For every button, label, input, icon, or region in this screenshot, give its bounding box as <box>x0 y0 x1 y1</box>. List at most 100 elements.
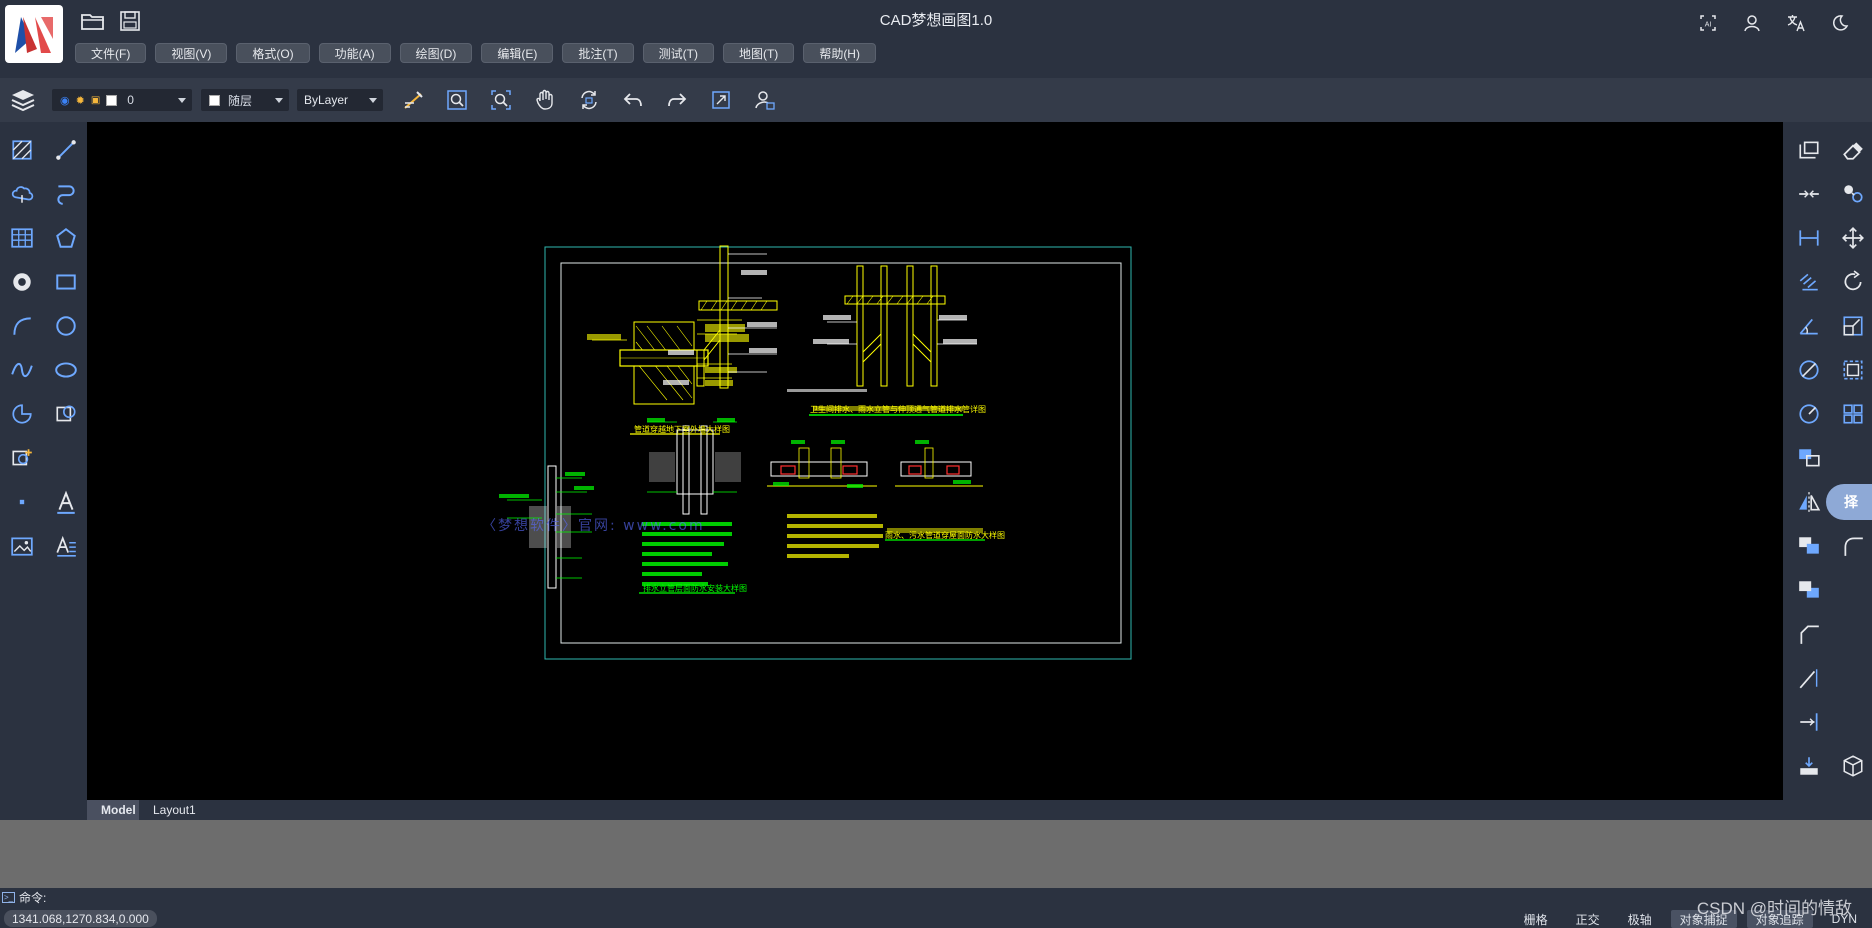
regen-icon[interactable] <box>574 86 604 114</box>
cad-app: CAD梦想画图1.0 文件(F) 视图(V) 格式(O) 功能(A) 绘图(D) 编辑(E… <box>0 0 1872 928</box>
menu-item-0[interactable]: 文件(F) <box>75 43 147 63</box>
circle-icon[interactable] <box>48 310 84 341</box>
revision-cloud-icon[interactable] <box>4 178 40 209</box>
status-toggle-0[interactable]: 栅格 <box>1515 910 1557 928</box>
menu-bar: 文件(F) 视图(V) 格式(O) 功能(A) 绘图(D) 编辑(E) 批注(T) 测试(T)… <box>75 43 876 63</box>
create-block-icon[interactable] <box>4 442 40 473</box>
translate-icon[interactable] <box>1782 10 1810 36</box>
dimension-icon[interactable] <box>1791 222 1827 253</box>
scale-icon[interactable] <box>1835 310 1871 341</box>
diameter-icon[interactable] <box>1791 354 1827 385</box>
menu-item-7[interactable]: 测试(T) <box>642 43 714 63</box>
linetype-value: ByLayer <box>304 93 349 107</box>
table-icon[interactable] <box>4 222 40 253</box>
status-toggle-1[interactable]: 正交 <box>1567 910 1609 928</box>
layer-back-icon[interactable] <box>1791 574 1827 605</box>
polyline-icon[interactable] <box>48 178 84 209</box>
status-toggle-4[interactable]: 对象追踪 <box>1746 910 1813 928</box>
arc-icon[interactable] <box>4 310 40 341</box>
command-prompt: 命令: <box>19 890 47 905</box>
tab-layout1[interactable]: Layout1 <box>139 800 209 820</box>
group-icon[interactable] <box>1835 178 1871 209</box>
match-properties-icon[interactable] <box>398 86 428 114</box>
save-file-icon[interactable] <box>116 8 144 34</box>
point-icon[interactable] <box>4 486 40 517</box>
dark-mode-icon[interactable] <box>1826 10 1854 36</box>
polygon-icon[interactable] <box>48 222 84 253</box>
break-icon[interactable] <box>1791 178 1827 209</box>
drawing-watermark: 〈梦想软件〉官网: www.com <box>482 518 705 534</box>
insert-block-icon[interactable] <box>48 398 84 429</box>
menu-item-6[interactable]: 批注(T) <box>562 43 634 63</box>
layer-front-icon[interactable] <box>1791 530 1827 561</box>
linetype-select[interactable]: ByLayer <box>297 89 383 111</box>
drawing-canvas[interactable]: 管道穿越地下室外墙大样图 卫生间排水、雨水立管与伸顶通气管道排水管详图 排水立管… <box>87 122 1783 800</box>
layer-manager-icon[interactable] <box>8 85 38 115</box>
maximize-icon[interactable] <box>706 86 736 114</box>
layer-bring-icon[interactable] <box>1791 442 1827 473</box>
donut-icon[interactable] <box>4 266 40 297</box>
tab-model[interactable]: Model <box>87 800 139 820</box>
ellipse-arc-icon[interactable] <box>4 398 40 429</box>
menu-item-9[interactable]: 帮助(H) <box>803 43 876 63</box>
detail-roof-penetration-1 <box>767 440 877 488</box>
menu-item-1[interactable]: 视图(V) <box>155 43 228 63</box>
empty-slot <box>1835 706 1871 737</box>
mtext-icon[interactable] <box>48 530 84 561</box>
app-logo <box>5 5 63 63</box>
color-select[interactable]: 随层 <box>201 89 289 111</box>
layer-lock-icon[interactable]: ▣ <box>91 95 100 106</box>
rotate-icon[interactable] <box>1835 266 1871 297</box>
ai-icon[interactable]: AI <box>1694 10 1722 36</box>
ellipse-icon[interactable] <box>48 354 84 385</box>
angle-icon[interactable] <box>1791 310 1827 341</box>
zoom-extents-icon[interactable] <box>486 86 516 114</box>
spline-icon[interactable] <box>4 354 40 385</box>
pan-icon[interactable] <box>530 86 560 114</box>
selection-icon[interactable] <box>1835 354 1871 385</box>
mirror-icon[interactable] <box>1791 486 1827 517</box>
image-icon[interactable] <box>4 530 40 561</box>
zoom-window-icon[interactable] <box>442 86 472 114</box>
menu-item-8[interactable]: 地图(T) <box>722 43 795 63</box>
trim-icon[interactable] <box>1791 706 1827 737</box>
detail-drain-stack-2 <box>787 265 977 416</box>
layer-visible-icon[interactable]: ◉ <box>60 94 70 107</box>
line-icon[interactable] <box>48 134 84 165</box>
select-tab[interactable]: 择 <box>1826 484 1872 520</box>
status-toggle-2[interactable]: 极轴 <box>1619 910 1661 928</box>
layer-select[interactable]: ◉ ✹ ▣ 0 <box>52 89 192 111</box>
chamfer-icon[interactable] <box>1791 618 1827 649</box>
menu-item-3[interactable]: 功能(A) <box>318 43 391 63</box>
erase-icon[interactable] <box>1835 134 1871 165</box>
rectangle-icon[interactable] <box>48 266 84 297</box>
text-icon[interactable] <box>48 486 84 517</box>
empty-slot <box>1835 618 1871 649</box>
layer-freeze-icon[interactable]: ✹ <box>76 94 85 107</box>
command-line[interactable]: >_ 命令: <box>0 888 1872 906</box>
copy-icon[interactable] <box>1791 134 1827 165</box>
angle-dimension-icon[interactable] <box>1791 266 1827 297</box>
array-icon[interactable] <box>1835 398 1871 429</box>
app-title: CAD梦想画图1.0 <box>879 12 993 29</box>
sheet-outer-border <box>544 246 1132 660</box>
fillet-icon[interactable] <box>1835 530 1871 561</box>
extend-icon[interactable] <box>1791 662 1827 693</box>
move-icon[interactable] <box>1835 222 1871 253</box>
hatch-icon[interactable] <box>4 134 40 165</box>
radius-icon[interactable] <box>1791 398 1827 429</box>
terminal-icon: >_ <box>2 891 15 903</box>
open-file-icon[interactable] <box>79 8 107 34</box>
user-settings-icon[interactable] <box>750 86 780 114</box>
menu-item-2[interactable]: 格式(O) <box>236 43 310 63</box>
user-icon[interactable] <box>1738 10 1766 36</box>
redo-icon[interactable] <box>662 86 692 114</box>
undo-icon[interactable] <box>618 86 648 114</box>
menu-item-5[interactable]: 编辑(E) <box>481 43 554 63</box>
status-toggle-3[interactable]: 对象捕捉 <box>1670 910 1737 928</box>
stretch-icon[interactable] <box>1791 750 1827 781</box>
status-toggle-5[interactable]: DYN <box>1823 910 1866 928</box>
3d-view-icon[interactable] <box>1835 750 1871 781</box>
menu-item-4[interactable]: 绘图(D) <box>399 43 473 63</box>
command-history <box>0 820 1872 888</box>
